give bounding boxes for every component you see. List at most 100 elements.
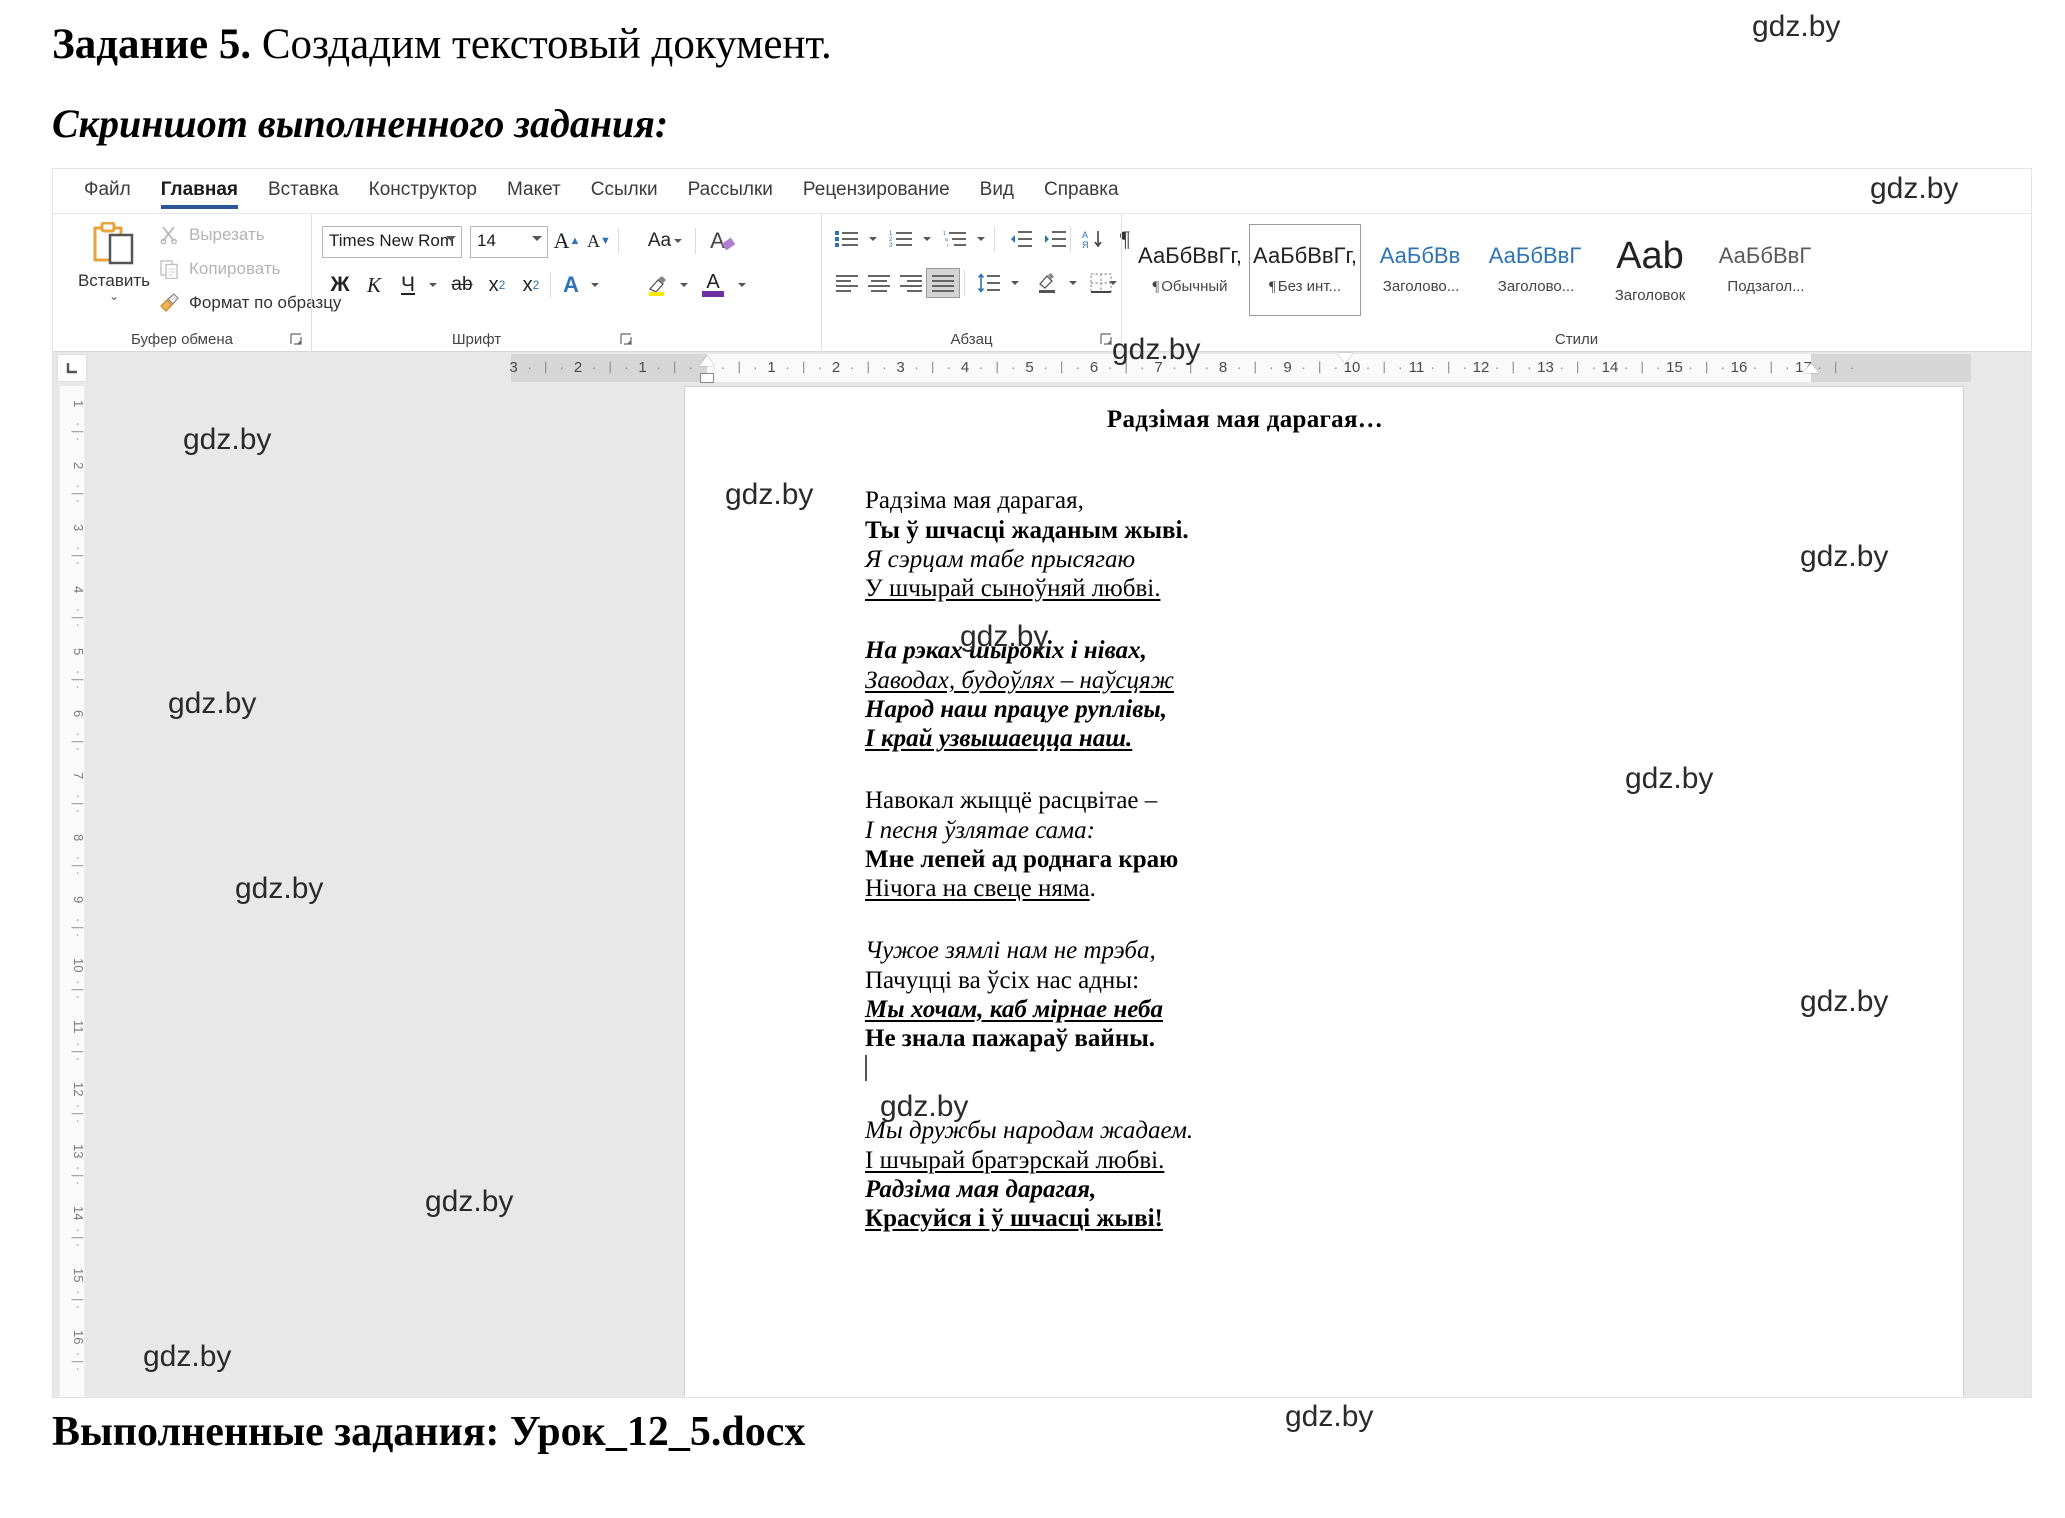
font-color-caret-icon[interactable] bbox=[731, 270, 749, 300]
numbered-list-button[interactable]: 123 bbox=[884, 224, 918, 254]
style-card-0[interactable]: АаБбВвГг, ¶ Обычный bbox=[1134, 224, 1246, 316]
copy-icon bbox=[157, 258, 181, 280]
tab-stop-marker[interactable] bbox=[1337, 353, 1353, 363]
font-size-input[interactable]: 14 bbox=[470, 226, 548, 258]
hruler-tick: | bbox=[1576, 359, 1580, 374]
left-indent-box-marker[interactable] bbox=[700, 373, 714, 383]
increase-indent-button[interactable] bbox=[1038, 224, 1072, 254]
subscript-button[interactable]: x2 bbox=[482, 270, 512, 300]
paragraph-dialog-launcher-icon[interactable] bbox=[1100, 333, 1114, 347]
vruler-number: 12 bbox=[71, 1082, 86, 1097]
hruler-tick: · bbox=[1720, 359, 1726, 375]
italic-button[interactable]: К bbox=[360, 270, 388, 300]
poem-line: Мы дружбы народам жадаем. bbox=[865, 1116, 1625, 1145]
bold-button[interactable]: Ж bbox=[326, 270, 354, 300]
vruler-number: 1 bbox=[71, 400, 86, 408]
font-separator-1 bbox=[618, 228, 619, 254]
line-spacing-caret-icon[interactable] bbox=[1004, 268, 1022, 298]
poem-line: Я сэрцам табе прысягаю bbox=[865, 545, 1625, 574]
underline-button[interactable]: Ч bbox=[394, 270, 422, 300]
superscript-button[interactable]: x2 bbox=[516, 270, 546, 300]
change-case-button[interactable]: Aa bbox=[643, 226, 687, 256]
style-card-5[interactable]: АаБбВвГ Подзагол... bbox=[1709, 224, 1821, 316]
ribbon-tab-5[interactable]: Ссылки bbox=[576, 169, 673, 214]
style-card-4[interactable]: Aаb Заголовок bbox=[1594, 224, 1706, 316]
clear-formatting-button[interactable]: A bbox=[705, 226, 739, 256]
poem-line-text: Мы хочам, каб мірнае неба bbox=[865, 995, 1163, 1023]
tab-stop-selector[interactable] bbox=[57, 354, 87, 382]
underline-dropdown-caret-icon[interactable] bbox=[422, 270, 440, 300]
right-indent-marker[interactable] bbox=[1803, 363, 1819, 373]
hruler-tick: · bbox=[1011, 359, 1016, 375]
vruler-number: 14 bbox=[71, 1206, 86, 1221]
multilevel-list-caret-icon[interactable] bbox=[970, 224, 988, 254]
clipboard-dialog-launcher-icon[interactable] bbox=[290, 333, 304, 347]
multilevel-list-button[interactable]: 1ai bbox=[938, 224, 972, 254]
hruler-tick: · bbox=[1688, 359, 1693, 375]
poem-line: Пачуцці ва ўсіх нас адны: bbox=[865, 966, 1625, 995]
vruler-number: 15 bbox=[71, 1268, 86, 1283]
styles-group-label: Стили bbox=[1554, 331, 1599, 348]
paintbrush-icon bbox=[157, 292, 181, 314]
text-effects-caret-icon[interactable] bbox=[584, 270, 602, 300]
ribbon-tab-3[interactable]: Конструктор bbox=[354, 169, 492, 214]
align-center-button[interactable] bbox=[862, 268, 896, 298]
highlight-color-button[interactable] bbox=[643, 270, 673, 300]
poem-line: Заводах, будоўлях – наўсцяж bbox=[865, 666, 1625, 695]
document-text-body[interactable]: Радзімая мая дарагая… Радзіма мая дарага… bbox=[865, 405, 1625, 1266]
cut-button[interactable]: Вырезать bbox=[157, 224, 265, 246]
bullet-list-button[interactable] bbox=[830, 224, 864, 254]
paste-dropdown-caret-icon[interactable]: ⌄ bbox=[75, 290, 153, 302]
hruler-tick: | bbox=[995, 359, 999, 374]
document-page[interactable]: Радзімая мая дарагая… Радзіма мая дарага… bbox=[684, 386, 1964, 1397]
font-name-input[interactable]: Times New Rom bbox=[322, 226, 462, 258]
poem-line: Мне лепей ад роднага краю bbox=[865, 845, 1625, 874]
ribbon-tab-1[interactable]: Главная bbox=[146, 169, 253, 214]
style-card-1[interactable]: АаБбВвГг, ¶ Без инт... bbox=[1249, 224, 1361, 316]
ribbon: Вставить ⌄ Вырезать Копировать Формат по… bbox=[53, 214, 2031, 352]
ribbon-tab-2[interactable]: Вставка bbox=[253, 169, 354, 214]
ribbon-tab-0[interactable]: Файл bbox=[69, 169, 146, 214]
poem-line-text: Народ наш працуе руплівы, bbox=[865, 695, 1167, 723]
align-right-button[interactable] bbox=[894, 268, 928, 298]
numbered-list-caret-icon[interactable] bbox=[916, 224, 934, 254]
font-dialog-launcher-icon[interactable] bbox=[620, 333, 634, 347]
text-effects-button[interactable]: A bbox=[556, 270, 586, 300]
style-card-3[interactable]: АаБбВвГ Заголово... bbox=[1479, 224, 1591, 316]
copy-button[interactable]: Копировать bbox=[157, 258, 281, 280]
ribbon-tab-7[interactable]: Рецензирование bbox=[788, 169, 965, 214]
vertical-ruler[interactable]: 1 · | · 2 · | · 3 · | · 4 · | · 5 · | · 6 · | · 7 · |… bbox=[59, 386, 86, 1397]
first-line-indent-marker[interactable] bbox=[699, 356, 715, 366]
decrease-indent-button[interactable] bbox=[1004, 224, 1038, 254]
text-cursor bbox=[865, 1053, 1625, 1083]
poem-stanza-1: На рэках шырокіх і нівах, Заводах, будоўл… bbox=[865, 636, 1625, 753]
ribbon-tab-4[interactable]: Макет bbox=[492, 169, 576, 214]
paragraph-group-label: Абзац bbox=[950, 331, 993, 348]
line-spacing-button[interactable] bbox=[972, 268, 1006, 298]
paste-button[interactable]: Вставить ⌄ bbox=[75, 220, 153, 316]
horizontal-ruler[interactable]: 3 · | · 2 · | · 1 · | · · · | · 1 · | · 2 · | · 3 · | · 4 · | · 5 · | · 6 · | ·… bbox=[509, 353, 1971, 383]
bullet-list-caret-icon[interactable] bbox=[862, 224, 880, 254]
font-name-caret-icon[interactable] bbox=[446, 236, 456, 241]
shrink-font-button[interactable]: A ▼ bbox=[584, 226, 614, 256]
shading-button[interactable] bbox=[1030, 268, 1064, 298]
shading-caret-icon[interactable] bbox=[1062, 268, 1080, 298]
ribbon-tab-9[interactable]: Справка bbox=[1029, 169, 1134, 214]
hruler-tick: · bbox=[1172, 359, 1177, 375]
borders-caret-icon[interactable] bbox=[1102, 268, 1120, 298]
font-color-button[interactable]: A bbox=[697, 270, 729, 300]
highlight-caret-icon[interactable] bbox=[673, 270, 691, 300]
hruler-tick: · bbox=[1559, 359, 1564, 375]
ribbon-tab-6[interactable]: Рассылки bbox=[673, 169, 788, 214]
font-size-caret-icon[interactable] bbox=[532, 236, 542, 241]
align-left-button[interactable] bbox=[830, 268, 864, 298]
ribbon-tab-label: Рецензирование bbox=[802, 179, 950, 200]
align-justify-button[interactable] bbox=[926, 268, 960, 298]
poem-stanza-2: Навокал жыццё расцвітае – І песня ўзлятае… bbox=[865, 786, 1625, 903]
grow-font-button[interactable]: A ▲ bbox=[552, 226, 582, 256]
sort-button[interactable]: AЯ bbox=[1076, 224, 1110, 254]
strikethrough-button[interactable]: ab bbox=[446, 270, 478, 300]
ribbon-tab-8[interactable]: Вид bbox=[965, 169, 1029, 214]
style-card-2[interactable]: АаБбВв Заголово... bbox=[1364, 224, 1476, 316]
hruler-tick: · bbox=[688, 359, 694, 375]
